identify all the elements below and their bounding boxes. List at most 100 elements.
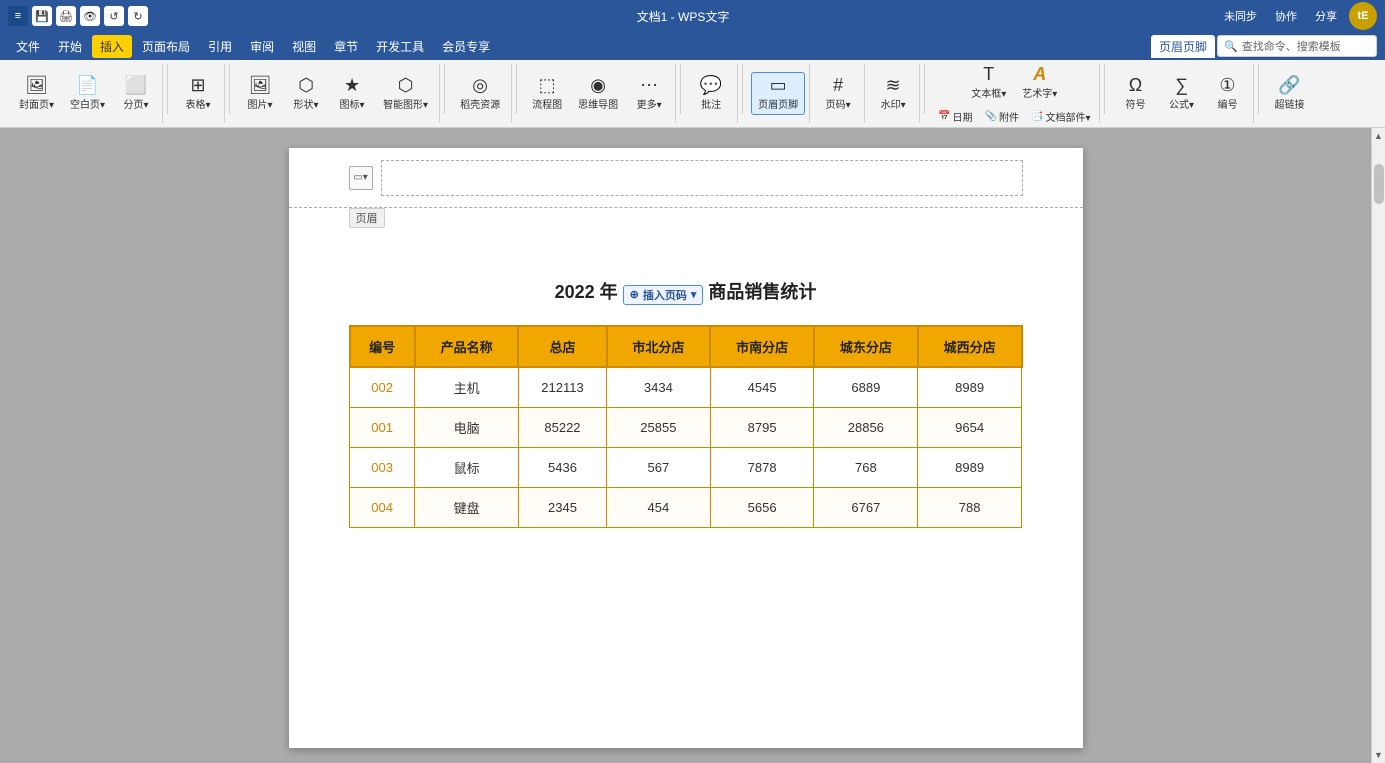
icons-icon: ★ [344, 76, 360, 94]
table-cell-2-2: 5436 [518, 447, 606, 487]
date-button[interactable]: 📅 日期 [933, 106, 977, 127]
avatar[interactable]: tE [1349, 2, 1377, 30]
scroll-thumb[interactable] [1374, 164, 1384, 204]
table-row: 003鼠标543656778787688989 [350, 447, 1022, 487]
table-button[interactable]: ⊞ 表格▾ [176, 72, 220, 115]
comment-button[interactable]: 💬 批注 [689, 72, 733, 115]
menu-insert[interactable]: 插入 [92, 35, 132, 58]
page-header: ▭▾ [289, 148, 1083, 208]
hyperlink-icon: 🔗 [1278, 76, 1300, 94]
header-footer-button[interactable]: ▭ 页眉页脚 [751, 72, 805, 115]
arttext-icon: A [1033, 65, 1046, 83]
menu-file[interactable]: 文件 [8, 35, 48, 58]
header-icon-button[interactable]: ▭▾ [349, 166, 373, 190]
cover-page-button[interactable]: 🖼 封面页▾ [12, 72, 61, 115]
title-bar-center: 文档1 - WPS文字 [154, 8, 1212, 25]
cover-icon: 🖼 [25, 76, 48, 94]
sync-button[interactable]: 未同步 [1218, 6, 1263, 26]
symbol-button[interactable]: Ω 符号 [1113, 72, 1157, 115]
attachment-button[interactable]: 📎 附件 [980, 106, 1024, 127]
print-button[interactable]: 🖨 [56, 6, 76, 26]
scroll-up[interactable]: ▲ [1371, 128, 1385, 144]
toolbar-group-hyperlink: 🔗 超链接 [1263, 64, 1315, 123]
table-cell-0-0: 002 [350, 367, 415, 408]
save-button[interactable]: 💾 [32, 6, 52, 26]
flowchart-button[interactable]: ⬚ 流程图 [525, 72, 569, 115]
menu-start[interactable]: 开始 [50, 35, 90, 58]
watermark-button[interactable]: ≋ 水印▾ [871, 72, 915, 115]
menu-member[interactable]: 会员专享 [434, 35, 498, 58]
divider-2 [229, 64, 230, 114]
menu-dev[interactable]: 开发工具 [368, 35, 432, 58]
toolbar-group-header: ▭ 页眉页脚 [747, 64, 810, 123]
redo-button[interactable]: ↻ [128, 6, 148, 26]
sales-table: 编号 产品名称 总店 市北分店 市南分店 城东分店 城西分店 002主机2121… [349, 325, 1023, 528]
table-cell-0-6: 8989 [918, 367, 1022, 408]
page-break-button[interactable]: ⬜ 分页▾ [114, 72, 158, 115]
preview-button[interactable]: 👁 [80, 6, 100, 26]
collab-button[interactable]: 协作 [1269, 6, 1303, 26]
divider-8 [1104, 64, 1105, 114]
menu-header-footer[interactable]: 页眉页脚 [1151, 35, 1215, 58]
page: ▭▾ 页眉 2022 年 ⊕ 插入页码 ▾ 商品销售统计 [289, 148, 1083, 748]
table-row: 004键盘234545456566767788 [350, 487, 1022, 527]
divider-5 [680, 64, 681, 114]
table-cell-0-4: 4545 [710, 367, 814, 408]
toolbar-group-text: T 文本框▾ A 艺术字▾ 📅 日期 📎 附件 📑 文档部件▾ [929, 64, 1100, 123]
menu-layout[interactable]: 页面布局 [134, 35, 198, 58]
more-button[interactable]: ⋯ 更多▾ [627, 72, 671, 115]
menu-chapter[interactable]: 章节 [326, 35, 366, 58]
textbox-button[interactable]: T 文本框▾ [964, 61, 1013, 104]
toolbar-group-cover: 🖼 封面页▾ 📄 空白页▾ ⬜ 分页▾ [8, 64, 163, 123]
table-cell-2-5: 768 [814, 447, 918, 487]
menu-review[interactable]: 审阅 [242, 35, 282, 58]
blank-page-button[interactable]: 📄 空白页▾ [63, 72, 112, 115]
scrollbar-y[interactable]: ▲ ▼ [1371, 128, 1385, 763]
insert-pageno-label: 插入页码 [643, 287, 687, 303]
share-button[interactable]: 分享 [1309, 6, 1343, 26]
smart-art-button[interactable]: ⬡ 智能图形▾ [376, 72, 435, 115]
smartart-icon: ⬡ [398, 76, 414, 94]
shape-button[interactable]: ⬡ 形状▾ [284, 72, 328, 115]
toolbar-group-misc: Ω 符号 ∑ 公式▾ ① 编号 [1109, 64, 1254, 123]
col-header-name: 产品名称 [415, 326, 519, 367]
mindmap-icon: ◉ [590, 76, 606, 94]
page-number-button[interactable]: # 页码▾ [816, 72, 860, 115]
header-text-box[interactable] [381, 160, 1023, 196]
table-cell-3-6: 788 [918, 487, 1022, 527]
divider-1 [167, 64, 168, 114]
hyperlink-button[interactable]: 🔗 超链接 [1267, 72, 1311, 115]
divider-9 [1258, 64, 1259, 114]
mindmap-button[interactable]: ◉ 思维导图 [571, 72, 625, 115]
art-text-button[interactable]: A 艺术字▾ [1015, 61, 1064, 104]
table-cell-3-0: 004 [350, 487, 415, 527]
undo-button[interactable]: ↺ [104, 6, 124, 26]
menu-ref[interactable]: 引用 [200, 35, 240, 58]
formula-icon: ∑ [1175, 76, 1188, 94]
header-footer-icon: ▭ [770, 76, 787, 94]
title-bar-left: ≡ 💾 🖨 👁 ↺ ↻ [8, 6, 148, 26]
break-icon: ⬜ [125, 76, 147, 94]
doc-scroll[interactable]: ▭▾ 页眉 2022 年 ⊕ 插入页码 ▾ 商品销售统计 [0, 128, 1371, 763]
number-button[interactable]: ① 编号 [1205, 72, 1249, 115]
table-cell-0-1: 主机 [415, 367, 519, 408]
toolbar-group-table: ⊞ 表格▾ [172, 64, 225, 123]
formula-button[interactable]: ∑ 公式▾ [1159, 72, 1203, 115]
toolbar-group-watermark: ≋ 水印▾ [867, 64, 920, 123]
image-button[interactable]: 🖼 图片▾ [238, 72, 282, 115]
table-cell-1-1: 电脑 [415, 407, 519, 447]
more-icon: ⋯ [640, 76, 658, 94]
header-label: 页眉 [349, 208, 385, 228]
resource-button[interactable]: ◎ 稻壳资源 [453, 72, 507, 115]
icon-button[interactable]: ★ 图标▾ [330, 72, 374, 115]
scroll-down[interactable]: ▼ [1371, 747, 1385, 763]
menu-button[interactable]: ≡ [8, 6, 28, 26]
insert-pageno-badge[interactable]: ⊕ 插入页码 ▾ [623, 285, 704, 305]
divider-7 [924, 64, 925, 114]
menu-view[interactable]: 视图 [284, 35, 324, 58]
docpart-button[interactable]: 📑 文档部件▾ [1026, 106, 1095, 127]
toolbar-search[interactable]: 🔍 查找命令、搜索模板 [1217, 35, 1377, 57]
table-row: 001电脑85222258558795288569654 [350, 407, 1022, 447]
watermark-icon: ≋ [886, 76, 901, 94]
pageno-icon: # [833, 76, 843, 94]
